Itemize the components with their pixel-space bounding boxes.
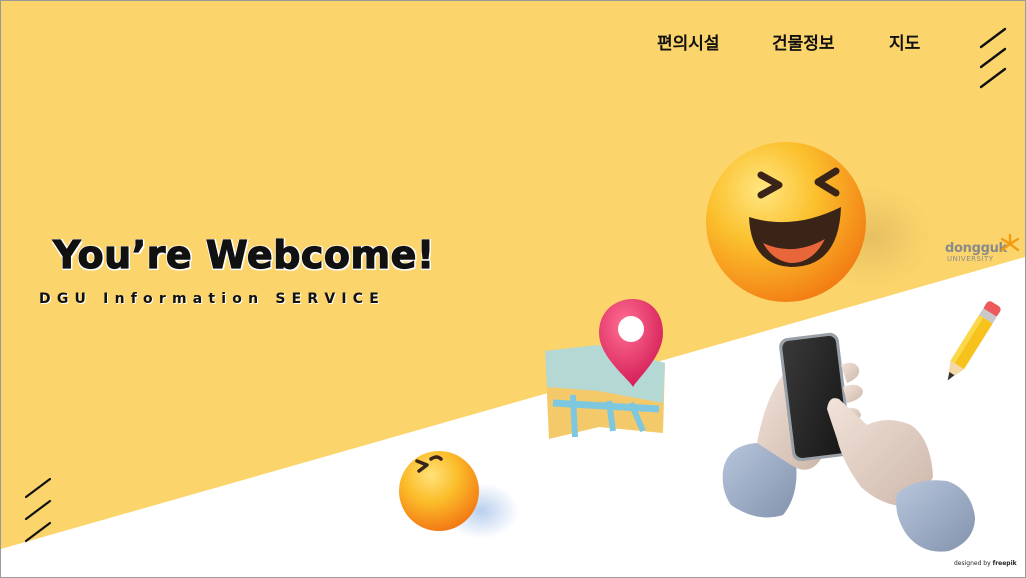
logo-sub: UNIVERSITY (947, 255, 994, 263)
map-pin-icon (545, 299, 665, 439)
laughing-emoji-icon (706, 142, 931, 302)
dongguk-logo: dongguk UNIVERSITY (945, 231, 1021, 271)
nav-item-map[interactable]: 지도 (889, 29, 920, 54)
credit-prefix: designed by (954, 560, 991, 567)
decorative-slashes-icon (24, 477, 52, 543)
hands-holding-phone-icon (722, 332, 975, 552)
landing-page: 편의시설 건물정보 지도 You’re Webcome! DGU Informa… (0, 0, 1026, 578)
credit-brand[interactable]: freepik (993, 560, 1017, 567)
lotus-icon (1000, 233, 1020, 252)
nav-item-facilities[interactable]: 편의시설 (657, 29, 720, 54)
hero-title: You’re Webcome! (52, 232, 435, 277)
wink-emoji-icon (399, 451, 519, 539)
hero-subtitle: DGU Information SERVICE (39, 291, 386, 307)
nav-item-building-info[interactable]: 건물정보 (772, 29, 835, 54)
menu-icon[interactable] (977, 27, 1011, 89)
designer-credit: designed by freepik (954, 560, 1017, 567)
logo-name: dongguk (945, 241, 1007, 256)
